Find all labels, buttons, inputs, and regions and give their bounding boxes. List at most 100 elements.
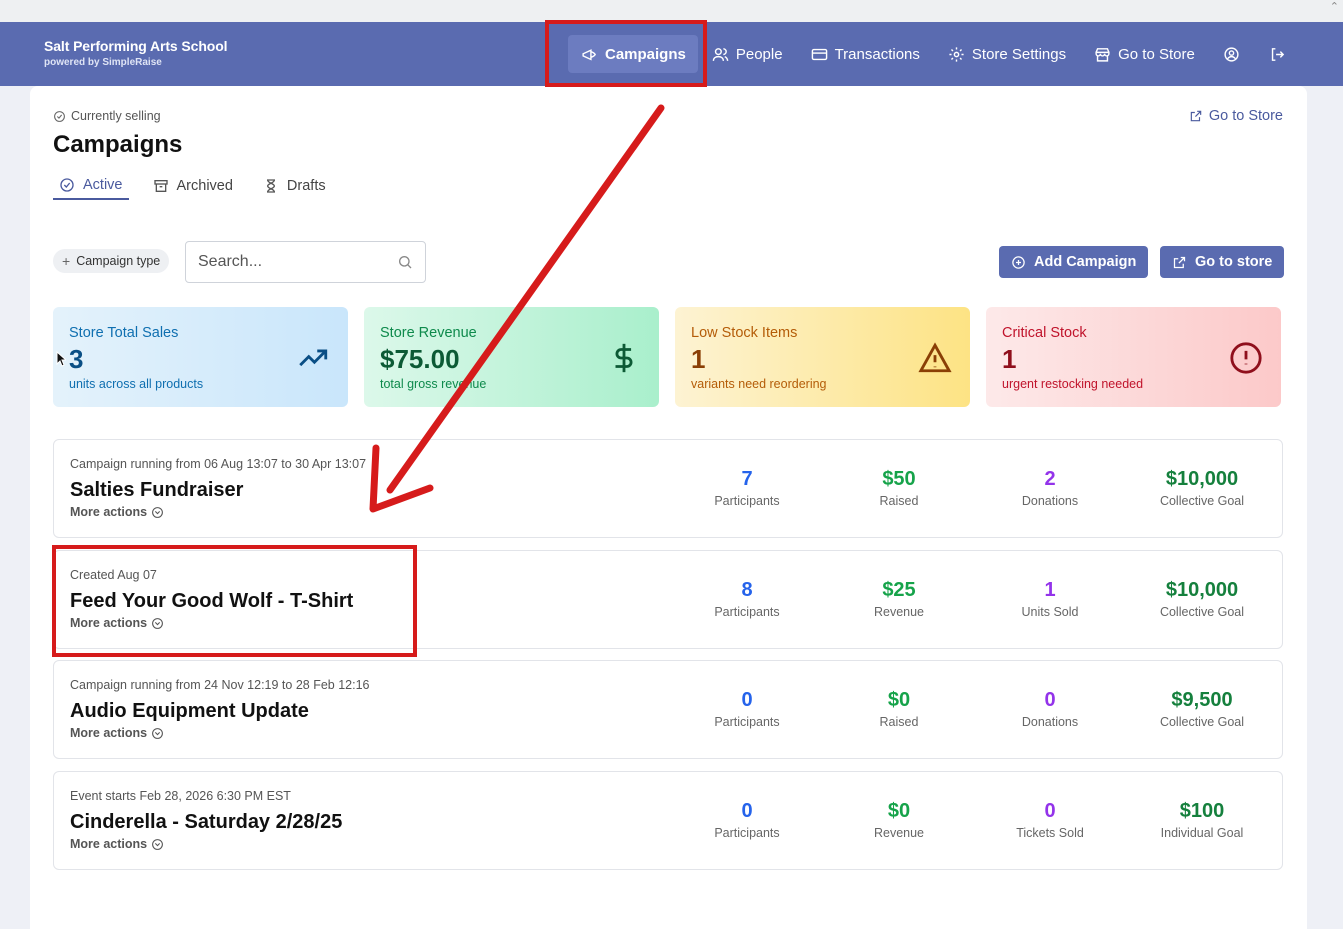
tab-archived[interactable]: Archived bbox=[147, 172, 239, 200]
nav-store-settings[interactable]: Store Settings bbox=[934, 35, 1080, 73]
metric-participants: 8 Participants bbox=[682, 579, 812, 619]
metric-goal: $100 Individual Goal bbox=[1137, 800, 1267, 840]
nav-transactions[interactable]: Transactions bbox=[797, 35, 934, 73]
nav-people-label: People bbox=[735, 45, 783, 63]
tab-drafts[interactable]: Drafts bbox=[257, 172, 332, 200]
campaign-title[interactable]: Salties Fundraiser bbox=[70, 479, 243, 502]
metric-value: $10,000 bbox=[1165, 579, 1239, 601]
metric-label: Collective Goal bbox=[1159, 605, 1245, 619]
nav-go-to-store[interactable]: Go to Store bbox=[1080, 35, 1209, 73]
megaphone-icon bbox=[582, 48, 596, 61]
main-nav: Campaigns People Transactions Store Sett… bbox=[568, 35, 1301, 73]
stat-label: Critical Stock bbox=[1002, 325, 1087, 341]
metric-units-sold: 1 Units Sold bbox=[985, 579, 1115, 619]
logout-button[interactable] bbox=[1255, 35, 1301, 73]
go-to-store-button[interactable]: Go to store bbox=[1160, 246, 1285, 278]
metric-value: $50 bbox=[882, 468, 916, 490]
metric-revenue: $0 Revenue bbox=[834, 800, 964, 840]
metric-label: Donations bbox=[1021, 715, 1079, 729]
credit-card-icon bbox=[811, 48, 827, 60]
archive-icon bbox=[153, 180, 168, 192]
nav-store-settings-label: Store Settings bbox=[971, 45, 1067, 63]
nav-go-to-store-label: Go to Store bbox=[1118, 45, 1195, 63]
more-actions-button[interactable]: More actions bbox=[70, 616, 164, 630]
alert-circle-icon bbox=[1230, 342, 1262, 374]
stats-row: Store Total Sales 3 units across all pro… bbox=[53, 307, 1281, 407]
go-to-store-link-label: Go to Store bbox=[1208, 108, 1283, 124]
more-actions-button[interactable]: More actions bbox=[70, 837, 164, 851]
nav-campaigns-label: Campaigns bbox=[605, 45, 686, 63]
user-circle-icon bbox=[1224, 46, 1239, 62]
chevron-down-icon bbox=[152, 727, 164, 739]
metric-goal: $9,500 Collective Goal bbox=[1137, 689, 1267, 729]
mouse-cursor-icon bbox=[56, 351, 66, 367]
stat-label: Store Total Sales bbox=[69, 325, 179, 341]
chevron-down-icon bbox=[152, 506, 164, 518]
stat-card-revenue: Store Revenue $75.00 total gross revenue bbox=[364, 307, 659, 407]
check-circle-icon bbox=[54, 110, 65, 122]
logout-icon bbox=[1272, 47, 1285, 61]
campaign-meta: Event starts Feb 28, 2026 6:30 PM EST bbox=[70, 789, 291, 803]
metric-label: Collective Goal bbox=[1159, 494, 1245, 508]
campaign-tabs: Active Archived Drafts bbox=[53, 172, 350, 200]
stat-card-low-stock: Low Stock Items 1 variants need reorderi… bbox=[675, 307, 970, 407]
tab-active[interactable]: Active bbox=[53, 172, 129, 200]
tab-archived-label: Archived bbox=[176, 178, 233, 194]
trending-up-icon bbox=[299, 349, 328, 367]
dollar-icon bbox=[615, 343, 633, 373]
more-actions-button[interactable]: More actions bbox=[70, 726, 164, 740]
metric-raised: $50 Raised bbox=[834, 468, 964, 508]
campaign-title[interactable]: Cinderella - Saturday 2/28/25 bbox=[70, 811, 342, 834]
stat-desc: variants need reordering bbox=[691, 377, 827, 391]
metric-donations: 0 Donations bbox=[985, 689, 1115, 729]
stat-desc: urgent restocking needed bbox=[1002, 377, 1144, 391]
stat-card-critical-stock: Critical Stock 1 urgent restocking neede… bbox=[986, 307, 1281, 407]
metric-value: $100 bbox=[1179, 800, 1225, 822]
stat-value: 1 bbox=[691, 344, 706, 374]
stat-value: 1 bbox=[1002, 344, 1017, 374]
campaign-row[interactable]: Event starts Feb 28, 2026 6:30 PM EST Ci… bbox=[53, 771, 1283, 870]
metric-value: 2 bbox=[1044, 468, 1056, 490]
search-icon[interactable] bbox=[397, 254, 413, 270]
metric-label: Participants bbox=[714, 715, 780, 729]
currently-selling-label: Currently selling bbox=[71, 109, 161, 123]
metric-value: $0 bbox=[887, 689, 911, 711]
more-actions-button[interactable]: More actions bbox=[70, 505, 164, 519]
metric-label: Raised bbox=[879, 715, 919, 729]
campaign-type-label: Campaign type bbox=[76, 254, 161, 268]
store-icon bbox=[1095, 47, 1110, 62]
metric-label: Collective Goal bbox=[1159, 715, 1245, 729]
check-circle-icon bbox=[60, 178, 74, 192]
metric-label: Raised bbox=[879, 494, 919, 508]
add-campaign-label: Add Campaign bbox=[1034, 254, 1137, 270]
go-to-store-link[interactable]: Go to Store bbox=[1189, 108, 1283, 124]
search-input[interactable] bbox=[198, 253, 388, 271]
add-campaign-button[interactable]: Add Campaign bbox=[999, 246, 1149, 278]
tab-drafts-label: Drafts bbox=[286, 178, 326, 194]
metric-value: $9,500 bbox=[1171, 689, 1233, 711]
campaign-title[interactable]: Audio Equipment Update bbox=[70, 700, 309, 723]
campaign-row[interactable]: Campaign running from 06 Aug 13:07 to 30… bbox=[53, 439, 1283, 538]
warning-triangle-icon bbox=[918, 342, 952, 373]
main-panel: Currently selling Campaigns Go to Store … bbox=[30, 86, 1307, 929]
campaign-type-filter[interactable]: + Campaign type bbox=[53, 249, 170, 273]
campaign-title[interactable]: Feed Your Good Wolf - T-Shirt bbox=[70, 590, 353, 613]
brand[interactable]: Salt Performing Arts School powered by S… bbox=[44, 38, 228, 68]
stat-card-total-sales: Store Total Sales 3 units across all pro… bbox=[53, 307, 348, 407]
stat-value: 3 bbox=[69, 344, 84, 374]
metric-value: $0 bbox=[887, 800, 911, 822]
more-actions-label: More actions bbox=[70, 616, 148, 630]
profile-button[interactable] bbox=[1209, 35, 1255, 73]
more-actions-label: More actions bbox=[70, 726, 148, 740]
campaign-row[interactable]: Created Aug 07 Feed Your Good Wolf - T-S… bbox=[53, 550, 1283, 649]
browser-top-strip: ⌃ bbox=[0, 0, 1343, 22]
campaign-row[interactable]: Campaign running from 24 Nov 12:19 to 28… bbox=[53, 660, 1283, 759]
currently-selling: Currently selling bbox=[53, 109, 161, 123]
metric-value: 7 bbox=[741, 468, 753, 490]
nav-people[interactable]: People bbox=[698, 35, 797, 73]
stat-value: $75.00 bbox=[380, 344, 460, 374]
nav-campaigns[interactable]: Campaigns bbox=[568, 35, 698, 73]
tab-active-label: Active bbox=[83, 177, 123, 193]
hourglass-icon bbox=[266, 179, 275, 193]
metric-donations: 2 Donations bbox=[985, 468, 1115, 508]
